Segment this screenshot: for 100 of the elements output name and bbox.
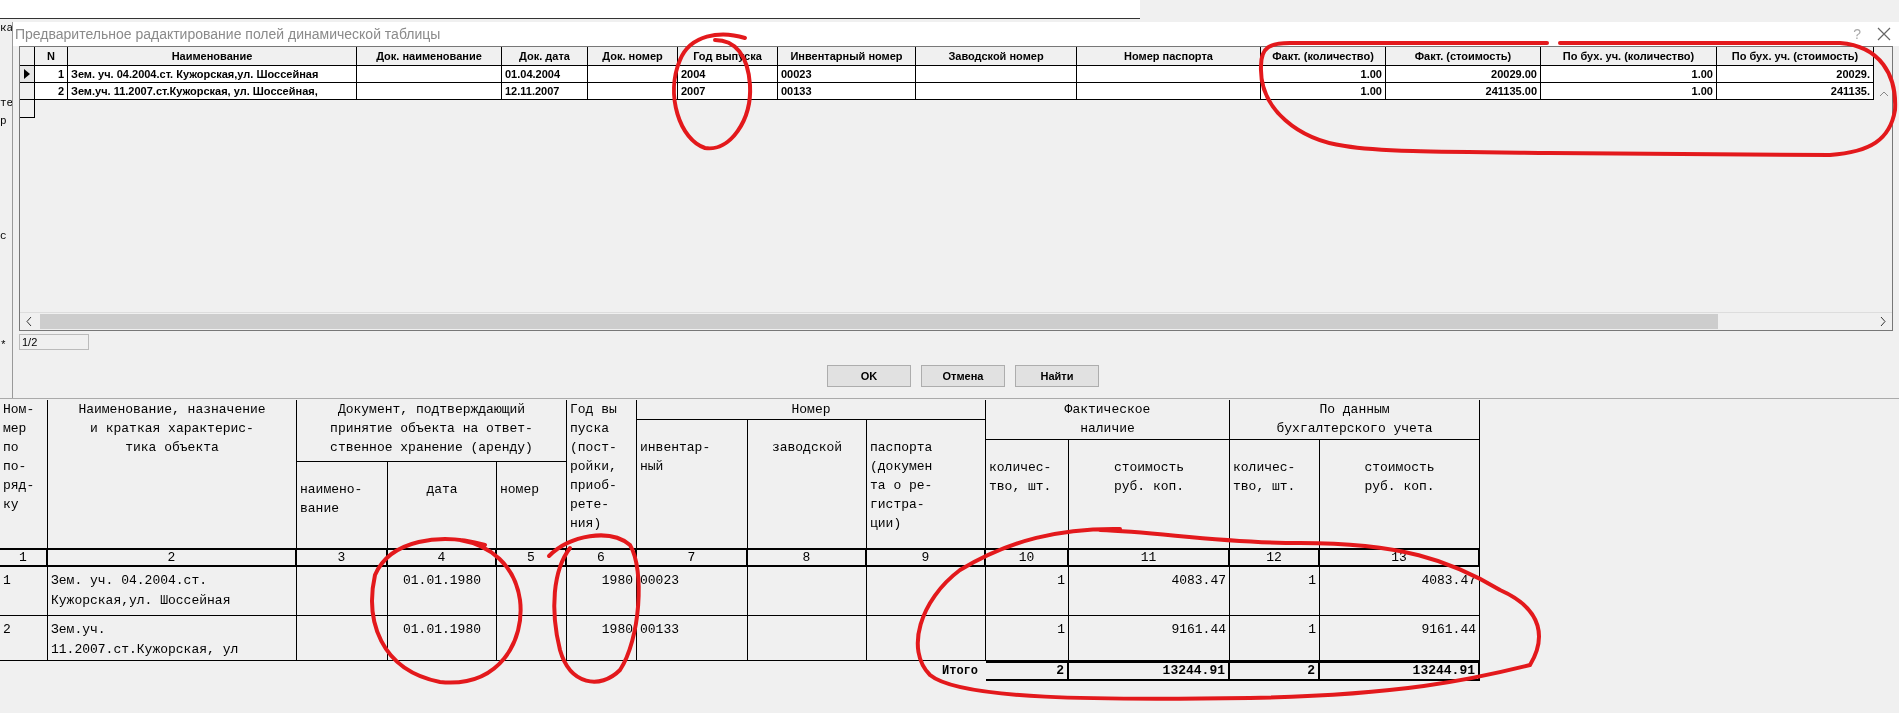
column-number: 6 [567, 549, 637, 567]
column-header: стоимость руб. коп. [1320, 440, 1480, 549]
table-cell [497, 567, 567, 616]
column-header[interactable]: Док. дата [502, 47, 588, 66]
background-text: с [0, 230, 8, 242]
column-header[interactable]: Заводской номер [916, 47, 1077, 66]
table-cell [497, 616, 567, 661]
table-cell: 1.00 [1541, 66, 1717, 83]
table-cell: 241135.00 [1386, 83, 1541, 100]
table-cell: 9161.44 [1069, 616, 1230, 661]
table-cell: 2007 [678, 83, 778, 100]
column-header: количес- тво, шт. [986, 440, 1069, 549]
row-header[interactable] [20, 83, 35, 100]
table-cell: 1 [0, 567, 48, 616]
column-header: количес- тво, шт. [1230, 440, 1320, 549]
table-cell: 01.04.2004 [502, 66, 588, 83]
table-cell: 20029. [1717, 66, 1874, 83]
scroll-left-icon[interactable] [26, 317, 32, 326]
column-number: 3 [297, 549, 388, 567]
table-cell: 00023 [637, 567, 748, 616]
column-header: инвентар- ный [637, 420, 748, 549]
column-header: Год вы пуска (пост- ройки, приоб- рете- ния) [567, 400, 637, 549]
background-text: те [0, 97, 12, 109]
table-cell: 4083.47 [1069, 567, 1230, 616]
column-header[interactable]: По бух. уч. (количество) [1541, 47, 1717, 66]
column-header: Документ, подтверждающий принятие объекта на ответ- ственное хранение (аренду) [297, 400, 567, 462]
column-number: 1 [0, 549, 48, 567]
horizontal-scrollbar[interactable] [20, 312, 1892, 330]
table-cell: 1 [35, 66, 68, 83]
total-label: Итого [942, 663, 979, 680]
column-header[interactable]: Инвентарный номер [778, 47, 916, 66]
column-header[interactable]: По бух. уч. (стоимость) [1717, 47, 1874, 66]
column-number: 9 [867, 549, 986, 567]
table-cell: 2004 [678, 66, 778, 83]
total-cell: 13244.91 [1320, 661, 1480, 681]
table-cell: Зем. уч. 04.2004.ст. Кужорская,ул. Шоссейная [68, 66, 357, 83]
total-cell: 13244.91 [1069, 661, 1230, 681]
close-icon[interactable] [1877, 27, 1891, 41]
total-cell: 2 [986, 661, 1069, 681]
column-header: Наименование, назначение и краткая характерис- тика объекта [48, 400, 297, 549]
column-header[interactable]: Наименование [68, 47, 357, 66]
total-cell: 2 [1230, 661, 1320, 681]
column-number: 7 [637, 549, 748, 567]
dialog-button[interactable]: Отмена [921, 364, 1005, 387]
record-counter: 1/2 [19, 334, 89, 350]
column-number: 2 [48, 549, 297, 567]
dialog-button[interactable]: OK [827, 364, 911, 387]
column-number: 4 [388, 549, 497, 567]
table-cell: 1 [986, 567, 1069, 616]
table-cell: 1 [986, 616, 1069, 661]
table-cell: 1980 [567, 616, 637, 661]
column-header: номер [497, 462, 567, 549]
dialog-button[interactable]: Найти [1015, 364, 1099, 387]
corner-cell [20, 47, 35, 66]
column-header[interactable]: Номер паспорта [1077, 47, 1261, 66]
background-text: ка [0, 22, 12, 34]
table-cell: Зем.уч. 11.2007.ст.Кужорская, ул [48, 616, 297, 661]
table-cell: 1 [1230, 616, 1320, 661]
table-cell: 2 [35, 83, 68, 100]
background-text: * [0, 339, 8, 351]
column-header: Номер [637, 400, 986, 420]
table-cell: 1980 [567, 567, 637, 616]
row-header[interactable] [20, 100, 35, 118]
column-number: 5 [497, 549, 567, 567]
table-cell: 1.00 [1261, 66, 1386, 83]
column-header[interactable]: Факт. (количество) [1261, 47, 1386, 66]
background-text: р [0, 115, 8, 127]
column-number: 11 [1069, 549, 1230, 567]
column-header: наимено- вание [297, 462, 388, 549]
table-cell: Зем. уч. 04.2004.ст. Кужорская,ул. Шоссейная [48, 567, 297, 616]
table-cell: 1.00 [1541, 83, 1717, 100]
scroll-right-icon[interactable] [1880, 317, 1886, 326]
scrollbar-thumb[interactable] [40, 314, 1718, 329]
table-cell: 01.01.1980 [388, 616, 497, 661]
column-header[interactable]: N [35, 47, 68, 66]
table-cell: 01.01.1980 [388, 567, 497, 616]
table-cell: Зем.уч. 11.2007.ст.Кужорская, ул. Шоссейная, [68, 83, 357, 100]
column-header[interactable]: Факт. (стоимость) [1386, 47, 1541, 66]
column-header: стоимость руб. коп. [1069, 440, 1230, 549]
table-cell: 9161.44 [1320, 616, 1480, 661]
scroll-up-icon[interactable] [1880, 91, 1888, 96]
column-number: 12 [1230, 549, 1320, 567]
table-cell: 20029.00 [1386, 66, 1541, 83]
column-header: дата [388, 462, 497, 549]
table-cell: 2 [0, 616, 48, 661]
column-header: Ном- мер по по- ряд- ку [0, 400, 48, 549]
column-number: 10 [986, 549, 1069, 567]
column-header: заводской [748, 420, 867, 549]
column-header: Фактическое наличие [986, 400, 1230, 440]
table-cell: 1 [1230, 567, 1320, 616]
column-header[interactable]: Док. номер [588, 47, 678, 66]
table-cell: 241135. [1717, 83, 1874, 100]
column-header: По данным бухгалтерского учета [1230, 400, 1480, 440]
table-cell: 00133 [778, 83, 916, 100]
table-cell: 00133 [637, 616, 748, 661]
row-indicator[interactable] [20, 66, 35, 83]
table-cell: 1.00 [1261, 83, 1386, 100]
column-header[interactable]: Док. наименование [357, 47, 502, 66]
column-header: паспорта (докумен та о ре- гистра- ции) [867, 420, 986, 549]
table-cell: 00023 [778, 66, 916, 83]
